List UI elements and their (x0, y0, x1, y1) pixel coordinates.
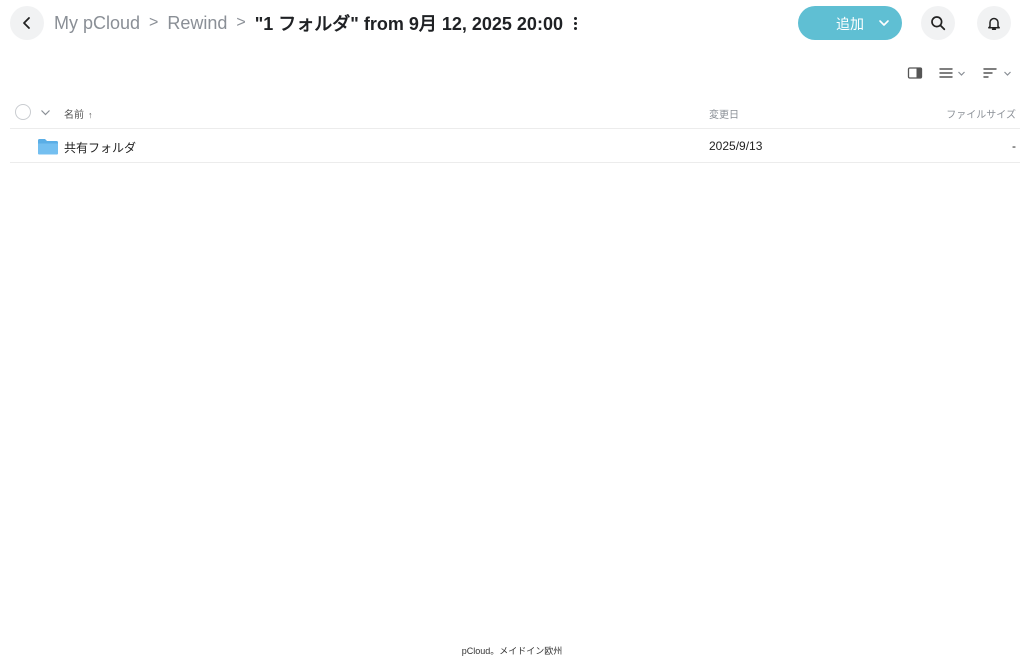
footer-text: pCloud。メイドイン欧州 (461, 646, 563, 656)
bell-icon (988, 17, 1000, 31)
file-size: - (1012, 139, 1016, 153)
chevron-down-icon[interactable] (40, 107, 51, 118)
column-header-modified[interactable]: 変更日 (709, 106, 739, 121)
file-modified: 2025/9/13 (709, 139, 763, 153)
table-row[interactable]: 共有フォルダ 2025/9/13 - (10, 129, 1020, 163)
sort-dropdown[interactable] (982, 66, 1012, 80)
column-header-name[interactable]: 名前 ↑ (64, 106, 93, 121)
preview-panel-icon (907, 67, 923, 79)
column-name-label: 名前 (64, 110, 84, 121)
column-header-size[interactable]: ファイルサイズ (946, 106, 1016, 121)
more-vertical-icon[interactable] (571, 12, 581, 34)
breadcrumb: My pCloud > Rewind > "1 フォルダ" from 9月 12… (54, 0, 581, 46)
list-view-icon (939, 68, 953, 78)
chevron-down-icon (1004, 71, 1011, 76)
breadcrumb-my-pcloud[interactable]: My pCloud (54, 13, 140, 34)
folder-icon (38, 139, 58, 155)
table-header: 名前 ↑ 変更日 ファイルサイズ (10, 94, 1020, 129)
add-button-label: 追加 (836, 16, 864, 32)
add-button[interactable]: 追加 (798, 6, 902, 40)
back-button[interactable] (10, 6, 44, 40)
sort-icon (983, 68, 997, 78)
search-button[interactable] (921, 6, 955, 40)
breadcrumb-rewind[interactable]: Rewind (167, 13, 227, 34)
breadcrumb-current: "1 フォルダ" from 9月 12, 2025 20:00 (254, 14, 563, 34)
view-mode-dropdown[interactable] (938, 66, 966, 80)
chevron-down-icon (958, 71, 965, 76)
breadcrumb-separator: > (236, 14, 246, 31)
chevron-down-icon (879, 20, 889, 26)
file-list: 名前 ↑ 変更日 ファイルサイズ 共有フォルダ 2025/9/13 - (10, 94, 1020, 163)
file-name: 共有フォルダ (64, 141, 137, 155)
notifications-button[interactable] (977, 6, 1011, 40)
search-icon (931, 16, 946, 31)
back-icon (23, 17, 30, 29)
preview-panel-toggle[interactable] (907, 66, 923, 80)
sort-arrow-icon: ↑ (88, 110, 93, 120)
select-all-checkbox[interactable] (15, 104, 31, 120)
top-bar: My pCloud > Rewind > "1 フォルダ" from 9月 12… (0, 0, 1024, 46)
breadcrumb-separator: > (149, 14, 159, 31)
